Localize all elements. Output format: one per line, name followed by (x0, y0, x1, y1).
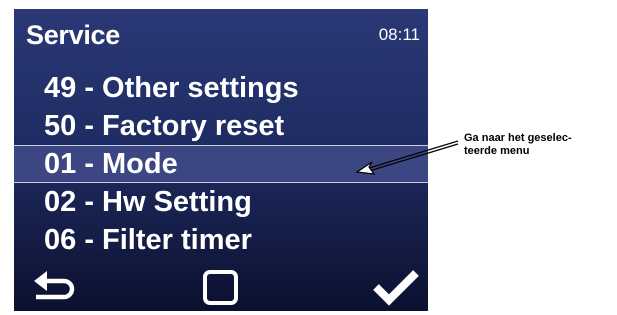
confirm-button[interactable] (372, 267, 420, 307)
button-bar (14, 255, 428, 311)
menu-item-hw-setting[interactable]: 02 - Hw Setting (14, 183, 428, 221)
device-screen: Service 08:11 49 - Other settings 50 - F… (14, 9, 428, 311)
page-title: Service (26, 20, 120, 50)
back-arrow-icon (34, 271, 75, 300)
service-menu-list: 49 - Other settings 50 - Factory reset 0… (14, 69, 428, 259)
back-button[interactable] (32, 267, 78, 307)
square-icon (203, 270, 238, 305)
callout-line-1: Ga naar het geselec- (464, 132, 572, 144)
ok-button[interactable] (202, 267, 240, 307)
callout-line-2: teerde menu (464, 145, 530, 157)
checkmark-icon (373, 270, 419, 306)
menu-item-other-settings[interactable]: 49 - Other settings (14, 69, 428, 107)
menu-item-mode-selected[interactable]: 01 - Mode (14, 145, 428, 183)
clock-display: 08:11 (378, 25, 420, 44)
menu-item-filter-timer[interactable]: 06 - Filter timer (14, 221, 428, 259)
callout-annotation: Ga naar het geselec- teerde menu (464, 132, 572, 158)
menu-item-factory-reset[interactable]: 50 - Factory reset (14, 107, 428, 145)
